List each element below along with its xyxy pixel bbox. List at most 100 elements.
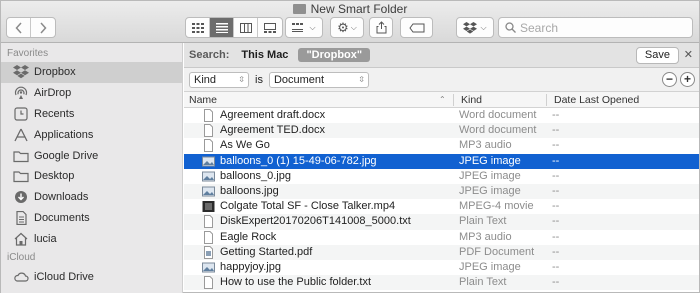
back-button[interactable] bbox=[7, 18, 31, 37]
file-row[interactable]: happyjoy.jpg JPEG image -- bbox=[184, 260, 699, 275]
document-icon bbox=[13, 210, 29, 225]
tag-button[interactable] bbox=[400, 17, 433, 38]
title-bar: New Smart Folder ⌵ ⚙ ⌵ ⌵ Search bbox=[1, 1, 699, 43]
icon-view-button[interactable] bbox=[186, 18, 210, 37]
column-header-name[interactable]: Name bbox=[189, 94, 217, 106]
sidebar-item-applications[interactable]: Applications bbox=[1, 124, 182, 145]
file-name: balloons_0.jpg bbox=[220, 169, 291, 182]
chevron-down-icon: ⌵ bbox=[480, 22, 487, 32]
file-row[interactable]: Colgate Total SF - Close Talker.mp4 MPEG-… bbox=[184, 199, 699, 214]
search-input[interactable] bbox=[520, 20, 680, 35]
file-date-last-opened: -- bbox=[552, 109, 560, 121]
favorites-header: Favorites bbox=[7, 48, 49, 59]
video-file-icon bbox=[202, 200, 215, 213]
desktop-icon bbox=[13, 169, 29, 183]
smart-folder-icon bbox=[292, 4, 306, 14]
sidebar-item-recents[interactable]: Recents bbox=[1, 104, 182, 125]
sidebar-item-desktop[interactable]: Desktop bbox=[1, 166, 182, 187]
sidebar-item-icloud-drive[interactable]: iCloud Drive bbox=[1, 266, 182, 287]
add-criteria-button[interactable]: + bbox=[680, 72, 695, 87]
sidebar-item-lucia[interactable]: lucia bbox=[1, 228, 182, 249]
file-name: Agreement TED.docx bbox=[220, 124, 325, 137]
file-kind: Plain Text bbox=[459, 215, 507, 228]
file-list: Agreement draft.docx Word document -- Agree… bbox=[184, 108, 699, 291]
file-row[interactable]: Eagle Rock MP3 audio -- bbox=[184, 230, 699, 245]
sidebar: Favorites Dropbox AirDrop Recents Applic… bbox=[1, 43, 183, 293]
file-name: Agreement draft.docx bbox=[220, 109, 326, 121]
document-file-icon bbox=[202, 215, 215, 229]
sidebar-item-label: Applications bbox=[34, 128, 94, 141]
group-by-button[interactable]: ⌵ bbox=[285, 17, 323, 38]
applications-icon bbox=[13, 128, 29, 142]
folder-icon bbox=[13, 149, 29, 163]
scope-dropbox[interactable]: "Dropbox" bbox=[298, 48, 371, 62]
document-file-icon bbox=[202, 276, 215, 290]
document-file-icon bbox=[202, 109, 215, 122]
search-icon bbox=[505, 22, 516, 33]
column-header-date[interactable]: Date Last Opened bbox=[554, 94, 639, 106]
document-file-icon bbox=[202, 139, 215, 153]
gallery-icon bbox=[264, 22, 276, 33]
remove-criteria-button[interactable]: − bbox=[662, 72, 677, 87]
file-row[interactable]: balloons_0.jpg JPEG image -- bbox=[184, 169, 699, 184]
columns-icon bbox=[239, 22, 252, 33]
close-icon[interactable]: ✕ bbox=[684, 48, 693, 61]
gallery-view-button[interactable] bbox=[258, 18, 282, 37]
nav-buttons bbox=[6, 17, 56, 38]
file-kind: MP3 audio bbox=[459, 230, 512, 243]
column-view-button[interactable] bbox=[234, 18, 258, 37]
file-name: How to use the Public folder.txt bbox=[220, 276, 372, 289]
file-kind: PDF Document bbox=[459, 245, 535, 258]
file-kind: MP3 audio bbox=[459, 139, 512, 152]
file-date-last-opened: -- bbox=[552, 215, 560, 228]
search-field[interactable] bbox=[498, 17, 693, 38]
sidebar-item-google-drive[interactable]: Google Drive bbox=[1, 145, 182, 166]
home-icon bbox=[13, 232, 29, 246]
sidebar-item-label: Google Drive bbox=[34, 149, 99, 162]
document-file-icon bbox=[202, 124, 215, 138]
sidebar-item-label: Dropbox bbox=[34, 66, 76, 79]
file-row[interactable]: How to use the Public folder.txt Plain Te… bbox=[184, 275, 699, 291]
list-view-button[interactable] bbox=[210, 18, 234, 37]
file-row[interactable]: Getting Started.pdf PDF Document -- bbox=[184, 244, 699, 260]
save-button[interactable]: Save bbox=[635, 47, 679, 64]
column-divider[interactable] bbox=[546, 94, 547, 106]
forward-button[interactable] bbox=[31, 18, 55, 37]
view-mode-control bbox=[185, 17, 283, 38]
file-date-last-opened: -- bbox=[552, 184, 560, 197]
sidebar-item-downloads[interactable]: Downloads bbox=[1, 187, 182, 208]
column-header-kind[interactable]: Kind bbox=[461, 94, 482, 106]
file-date-last-opened: -- bbox=[552, 139, 560, 152]
file-kind: JPEG image bbox=[459, 154, 521, 167]
sidebar-item-airdrop[interactable]: AirDrop bbox=[1, 83, 182, 104]
action-button[interactable]: ⚙ ⌵ bbox=[330, 17, 364, 38]
sort-ascending-icon: ⌃ bbox=[439, 95, 446, 104]
file-row[interactable]: balloons.jpg JPEG image -- bbox=[184, 183, 699, 200]
file-kind: MPEG-4 movie bbox=[459, 200, 534, 213]
sidebar-item-documents[interactable]: Documents bbox=[1, 208, 182, 229]
chevron-down-icon: ⌵ bbox=[350, 22, 357, 32]
share-icon bbox=[376, 21, 386, 34]
file-row[interactable]: Agreement draft.docx Word document -- bbox=[184, 108, 699, 123]
dropbox-toolbar-button[interactable]: ⌵ bbox=[456, 17, 494, 38]
file-date-last-opened: -- bbox=[552, 260, 560, 273]
file-row[interactable]: DiskExpert20170206T141008_5000.txt Plain … bbox=[184, 214, 699, 230]
file-name: Getting Started.pdf bbox=[220, 245, 313, 258]
file-kind: JPEG image bbox=[459, 169, 521, 182]
share-button[interactable] bbox=[369, 17, 393, 38]
file-date-last-opened: -- bbox=[552, 245, 560, 258]
image-file-icon bbox=[202, 261, 215, 274]
criteria-value-popup[interactable]: Document ⇳ bbox=[268, 71, 369, 88]
file-row[interactable]: As We Go MP3 audio -- bbox=[184, 138, 699, 153]
sidebar-item-dropbox[interactable]: Dropbox bbox=[1, 62, 182, 83]
criteria-attribute-value: Kind bbox=[194, 73, 217, 86]
file-row[interactable]: Agreement TED.docx Word document -- bbox=[184, 123, 699, 139]
file-row[interactable]: balloons_0 (1) 15-49-06-782.jpg JPEG imag… bbox=[184, 153, 699, 169]
column-divider[interactable] bbox=[453, 94, 454, 106]
scope-this-mac[interactable]: This Mac bbox=[241, 49, 288, 61]
file-name: Colgate Total SF - Close Talker.mp4 bbox=[220, 200, 396, 213]
search-criteria-row: Kind ⇳ is Document ⇳ − + bbox=[184, 68, 699, 92]
criteria-attribute-popup[interactable]: Kind ⇳ bbox=[189, 71, 249, 88]
sidebar-item-label: lucia bbox=[34, 232, 57, 245]
file-date-last-opened: -- bbox=[552, 169, 560, 182]
